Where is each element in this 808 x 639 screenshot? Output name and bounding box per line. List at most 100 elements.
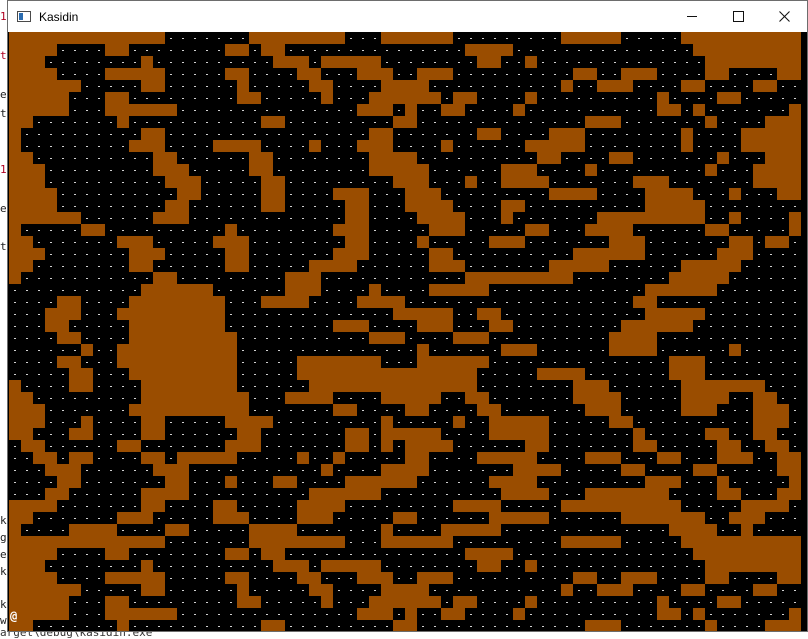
- floor-tile-dot: [38, 626, 40, 627]
- floor-tile-dot: [482, 626, 484, 627]
- maximize-button[interactable]: [715, 1, 761, 32]
- floor-tile-dot: [794, 362, 796, 363]
- floor-tile-dot: [218, 62, 220, 63]
- floor-tile-dot: [182, 230, 184, 231]
- minimize-button[interactable]: [669, 1, 715, 32]
- floor-tile-dot: [614, 482, 616, 483]
- floor-tile-dot: [566, 62, 568, 63]
- floor-tile-dot: [338, 350, 340, 351]
- floor-tile-dot: [338, 302, 340, 303]
- floor-tile-dot: [170, 74, 172, 75]
- floor-tile-dot: [170, 62, 172, 63]
- rock-tile: [777, 164, 789, 176]
- floor-tile-dot: [134, 422, 136, 423]
- floor-tile-dot: [302, 266, 304, 267]
- floor-tile-dot: [446, 134, 448, 135]
- floor-tile-dot: [374, 326, 376, 327]
- floor-tile-dot: [590, 590, 592, 591]
- floor-tile-dot: [266, 98, 268, 99]
- game-viewport[interactable]: @: [9, 32, 807, 631]
- rock-tile: [729, 548, 741, 560]
- rock-tile: [621, 584, 633, 596]
- close-button[interactable]: [761, 1, 807, 32]
- rock-tile: [141, 332, 153, 344]
- floor-tile-dot: [626, 206, 628, 207]
- floor-tile-dot: [794, 254, 796, 255]
- floor-tile-dot: [206, 482, 208, 483]
- rock-tile: [441, 320, 453, 332]
- floor-tile-dot: [686, 158, 688, 159]
- rock-tile: [633, 320, 645, 332]
- floor-tile-dot: [578, 158, 580, 159]
- floor-tile-dot: [770, 218, 772, 219]
- rock-tile: [501, 428, 513, 440]
- floor-tile-dot: [254, 242, 256, 243]
- floor-tile-dot: [470, 38, 472, 39]
- floor-tile-dot: [470, 614, 472, 615]
- floor-tile-dot: [674, 590, 676, 591]
- floor-tile-dot: [590, 278, 592, 279]
- floor-tile-dot: [686, 470, 688, 471]
- floor-tile-dot: [518, 134, 520, 135]
- floor-tile-dot: [266, 230, 268, 231]
- floor-tile-dot: [734, 506, 736, 507]
- rock-tile: [249, 140, 261, 152]
- floor-tile-dot: [326, 314, 328, 315]
- floor-tile-dot: [38, 134, 40, 135]
- rock-tile: [369, 296, 381, 308]
- floor-tile-dot: [242, 386, 244, 387]
- floor-tile-dot: [446, 158, 448, 159]
- rock-tile: [285, 524, 297, 536]
- rock-tile: [441, 284, 453, 296]
- rock-tile: [597, 452, 609, 464]
- floor-tile-dot: [494, 626, 496, 627]
- rock-tile: [525, 488, 537, 500]
- rock-tile: [153, 464, 165, 476]
- rock-tile: [189, 380, 201, 392]
- floor-tile-dot: [530, 374, 532, 375]
- floor-tile-dot: [794, 314, 796, 315]
- title-bar[interactable]: Kasidin: [8, 1, 807, 32]
- rock-tile: [381, 128, 393, 140]
- rock-tile: [429, 368, 441, 380]
- floor-tile-dot: [554, 446, 556, 447]
- floor-tile-dot: [722, 170, 724, 171]
- rock-tile: [573, 368, 585, 380]
- floor-tile-dot: [578, 86, 580, 87]
- floor-tile-dot: [782, 338, 784, 339]
- rock-tile: [273, 116, 285, 128]
- floor-tile-dot: [734, 122, 736, 123]
- floor-tile-dot: [482, 602, 484, 603]
- rock-tile: [369, 152, 381, 164]
- floor-tile-dot: [626, 146, 628, 147]
- floor-tile-dot: [170, 194, 172, 195]
- floor-tile-dot: [686, 434, 688, 435]
- floor-tile-dot: [38, 374, 40, 375]
- floor-tile-dot: [290, 614, 292, 615]
- floor-tile-dot: [746, 590, 748, 591]
- floor-tile-dot: [302, 422, 304, 423]
- rock-tile: [645, 308, 657, 320]
- floor-tile-dot: [578, 530, 580, 531]
- rock-tile: [237, 596, 249, 608]
- rock-tile: [417, 320, 429, 332]
- rock-tile: [177, 320, 189, 332]
- rock-tile: [45, 188, 57, 200]
- floor-tile-dot: [278, 254, 280, 255]
- rock-tile: [693, 32, 705, 44]
- floor-tile-dot: [74, 410, 76, 411]
- floor-tile-dot: [350, 602, 352, 603]
- floor-tile-dot: [206, 494, 208, 495]
- floor-tile-dot: [686, 458, 688, 459]
- rock-tile: [129, 104, 141, 116]
- rock-tile: [45, 500, 57, 512]
- rock-tile: [57, 212, 69, 224]
- floor-tile-dot: [710, 590, 712, 591]
- floor-tile-dot: [314, 182, 316, 183]
- rock-tile: [717, 68, 729, 80]
- floor-tile-dot: [230, 494, 232, 495]
- rock-tile: [465, 176, 477, 188]
- floor-tile-dot: [290, 518, 292, 519]
- floor-tile-dot: [254, 302, 256, 303]
- floor-tile-dot: [338, 86, 340, 87]
